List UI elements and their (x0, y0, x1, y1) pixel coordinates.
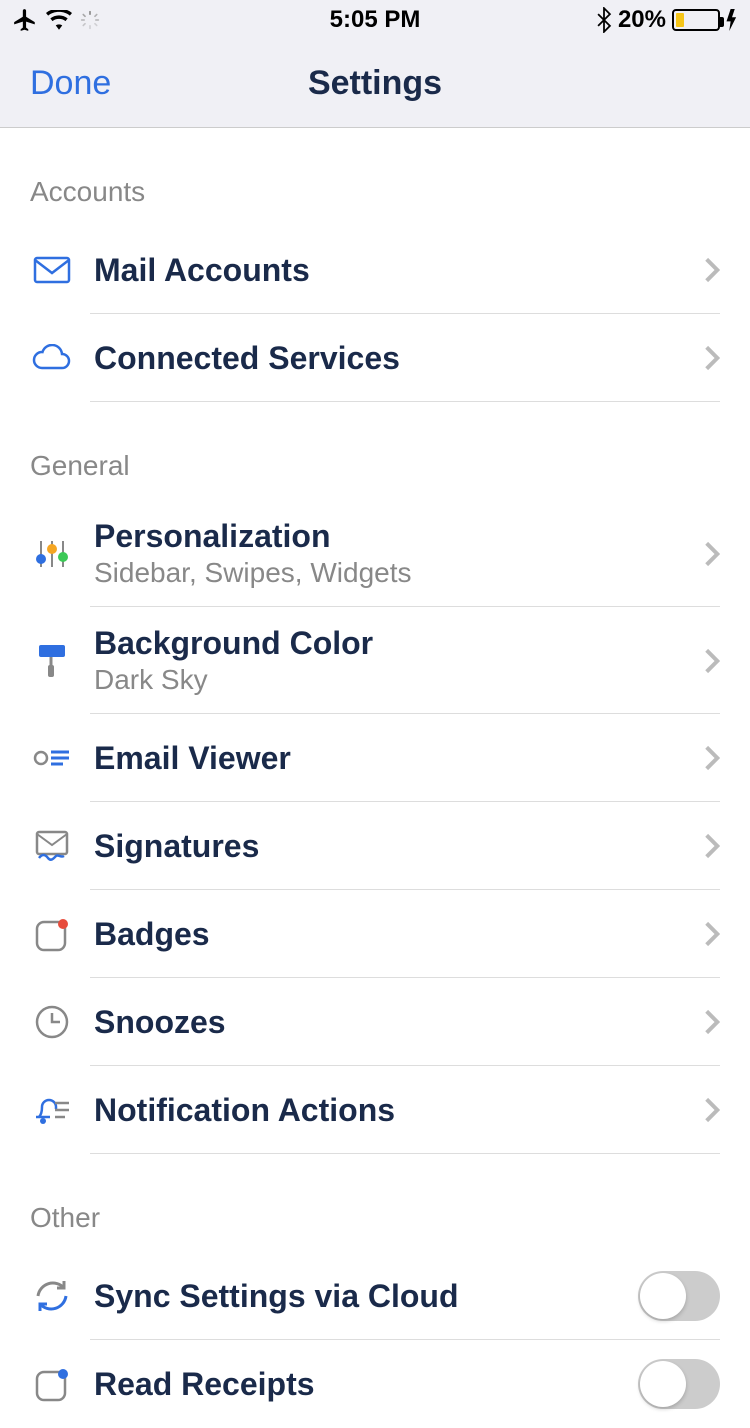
charging-icon (726, 9, 738, 31)
chevron-right-icon (704, 647, 720, 675)
read-receipts-toggle[interactable] (638, 1359, 720, 1409)
signature-icon (30, 830, 74, 862)
row-label: Signatures (94, 828, 704, 865)
chevron-right-icon (704, 540, 720, 568)
row-label: Personalization (94, 518, 704, 555)
bluetooth-icon (596, 7, 612, 33)
bell-icon (30, 1093, 74, 1127)
row-label: Background Color (94, 625, 704, 662)
airplane-icon (12, 7, 38, 33)
row-label: Email Viewer (94, 740, 704, 777)
chevron-right-icon (704, 344, 720, 372)
section-header-accounts: Accounts (0, 128, 750, 226)
mail-icon (30, 256, 74, 284)
row-sync-settings[interactable]: Sync Settings via Cloud (0, 1252, 750, 1340)
row-read-receipts[interactable]: Read Receipts (0, 1340, 750, 1428)
battery-icon (672, 9, 720, 31)
row-label: Connected Services (94, 340, 704, 377)
status-time: 5:05 PM (330, 6, 421, 34)
wifi-icon (46, 10, 72, 30)
page-title: Settings (308, 64, 442, 103)
chevron-right-icon (704, 832, 720, 860)
email-viewer-icon (30, 746, 74, 770)
loading-icon (80, 10, 100, 30)
row-badges[interactable]: Badges (0, 890, 750, 978)
clock-icon (30, 1004, 74, 1040)
row-label: Notification Actions (94, 1092, 704, 1129)
nav-bar: Done Settings (0, 40, 750, 128)
read-receipts-icon (30, 1366, 74, 1402)
section-header-other: Other (0, 1154, 750, 1252)
row-label: Read Receipts (94, 1366, 638, 1403)
done-button[interactable]: Done (0, 64, 111, 103)
sync-icon (30, 1278, 74, 1314)
sliders-icon (30, 537, 74, 571)
chevron-right-icon (704, 744, 720, 772)
chevron-right-icon (704, 1096, 720, 1124)
sync-toggle[interactable] (638, 1271, 720, 1321)
chevron-right-icon (704, 920, 720, 948)
row-connected-services[interactable]: Connected Services (0, 314, 750, 402)
badge-icon (30, 916, 74, 952)
row-signatures[interactable]: Signatures (0, 802, 750, 890)
row-label: Badges (94, 916, 704, 953)
chevron-right-icon (704, 256, 720, 284)
row-label: Sync Settings via Cloud (94, 1278, 638, 1315)
row-label: Snoozes (94, 1004, 704, 1041)
row-email-viewer[interactable]: Email Viewer (0, 714, 750, 802)
row-mail-accounts[interactable]: Mail Accounts (0, 226, 750, 314)
chevron-right-icon (704, 1008, 720, 1036)
status-bar: 5:05 PM 20% (0, 0, 750, 40)
section-header-general: General (0, 402, 750, 500)
row-snoozes[interactable]: Snoozes (0, 978, 750, 1066)
row-sublabel: Dark Sky (94, 664, 704, 696)
battery-percent: 20% (618, 6, 666, 34)
row-sublabel: Sidebar, Swipes, Widgets (94, 557, 704, 589)
row-personalization[interactable]: Personalization Sidebar, Swipes, Widgets (0, 500, 750, 607)
row-background-color[interactable]: Background Color Dark Sky (0, 607, 750, 714)
cloud-icon (30, 344, 74, 372)
row-label: Mail Accounts (94, 252, 704, 289)
row-notification-actions[interactable]: Notification Actions (0, 1066, 750, 1154)
paint-roller-icon (30, 643, 74, 679)
